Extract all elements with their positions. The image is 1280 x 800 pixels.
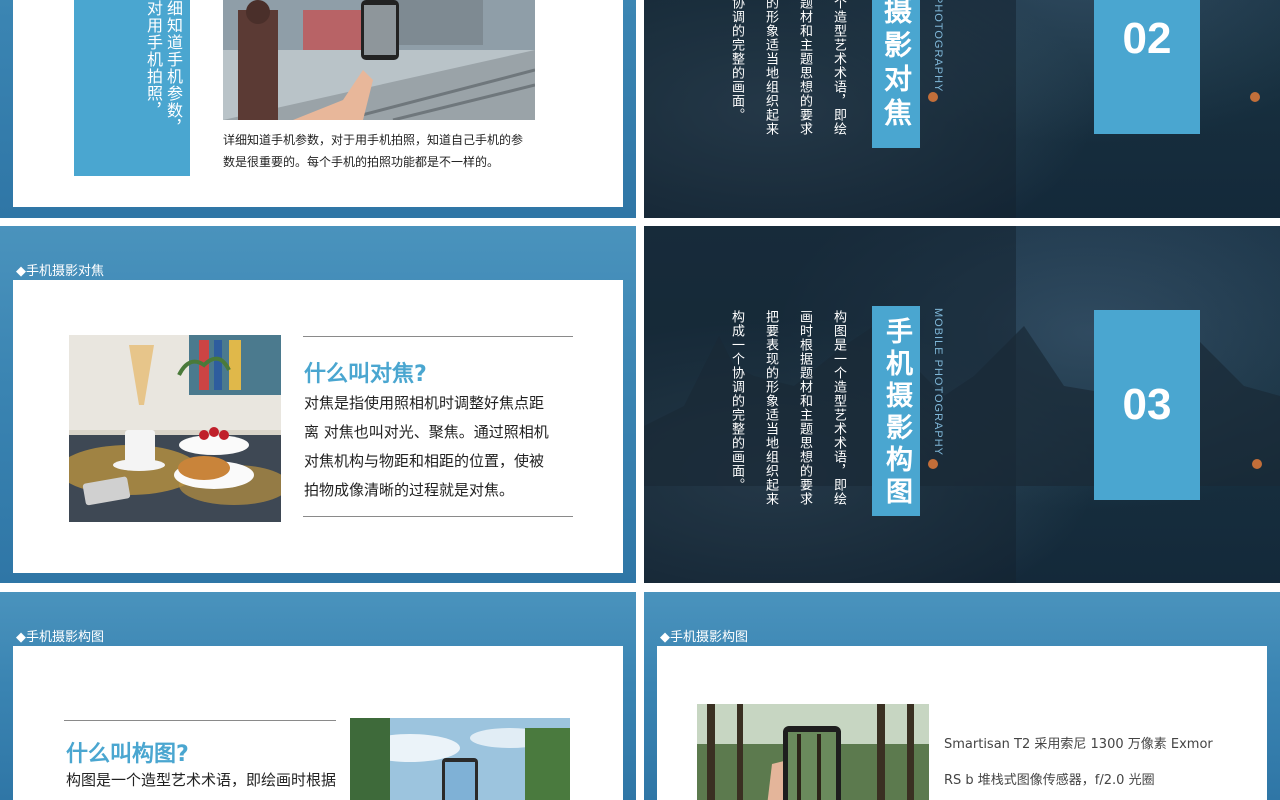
photo-phone-sky (350, 718, 570, 800)
content-heading: 什么叫构图? (66, 742, 189, 767)
slide-section-tag: ◆手机摄影构图 (660, 630, 748, 645)
paragraph-line-3: 对焦机构与物距和相距的位置，使被 (304, 452, 545, 470)
paragraph-line-1: 构图是一个造型艺术术语，即绘画时根据 (66, 771, 337, 789)
divider-top (64, 720, 336, 721)
slide-thumbnail-5[interactable]: ◆手机摄影构图 什么叫构图? 构图是一个造型艺术术语，即绘画时根据 (0, 592, 636, 800)
slide-thumbnail-1[interactable]: 细知道手机参数，对用手机拍照， 详细知道手机参数，对于用手机拍照，知道自己手机的… (0, 0, 636, 218)
spec-line-2: RS b 堆栈式图像传感器，f/2.0 光圈 (944, 773, 1155, 788)
slide-thumbnail-4[interactable]: 构图是一个造型艺术术语，即绘 画时根据题材和主题思想的要求 把要表现的形象适当地… (644, 226, 1280, 583)
slide-thumbnail-3[interactable]: ◆手机摄影对焦 什么叫对焦? 对焦是指使用照相机时调整好焦点距 离 对焦也叫对光… (0, 226, 636, 583)
number-block: 02 (1094, 0, 1200, 134)
body-vertical-col-4: 协调的完整的画面。 (729, 0, 744, 122)
section-number: 03 (1122, 380, 1172, 429)
english-subtitle: PHOTOGRAPHY (932, 0, 944, 93)
content-heading: 什么叫对焦? (304, 362, 427, 387)
number-block: 03 (1094, 310, 1200, 500)
body-vertical-col-3: 把要表现的形象适当地组织起来 (763, 310, 778, 506)
slide-thumbnail-6[interactable]: ◆手机摄影构图 Smartisan T2 采用索尼 1300 万像素 Exmor… (644, 592, 1280, 800)
body-vertical-col-1: 构图是一个造型艺术术语，即绘 (831, 310, 846, 506)
slide-content-card: 什么叫构图? 构图是一个造型艺术术语，即绘画时根据 (13, 646, 623, 800)
section-number: 02 (1122, 14, 1172, 63)
body-vertical-col-1: 个造型艺术术语，即绘 (831, 0, 846, 136)
bokeh-light (1252, 459, 1262, 469)
divider-top (303, 336, 573, 337)
photo-phone-forest (697, 704, 929, 800)
divider-bottom (303, 516, 573, 517)
slide-content-card: Smartisan T2 采用索尼 1300 万像素 Exmor RS b 堆栈… (657, 646, 1267, 800)
spec-line-1: Smartisan T2 采用索尼 1300 万像素 Exmor (944, 737, 1213, 752)
panel-vertical-text: 细知道手机参数，对用手机拍照， (144, 0, 183, 136)
slide-title-vertical: 手机摄影构图 (872, 306, 920, 516)
body-vertical-col-2: 题材和主题思想的要求 (797, 0, 812, 136)
photo-breakfast-table (69, 335, 281, 522)
caption-line-2: 数是很重要的。每个手机的拍照功能都是不一样的。 (223, 155, 500, 169)
body-vertical-col-2: 画时根据题材和主题思想的要求 (797, 310, 812, 506)
photo-street-phone (223, 0, 535, 120)
english-subtitle: MOBILE PHOTOGRAPHY (932, 308, 944, 456)
bokeh-light (928, 459, 938, 469)
caption-line-1: 详细知道手机参数，对于用手机拍照，知道自己手机的参 (223, 133, 524, 147)
slide-title-vertical: 摄影对焦 (872, 0, 920, 148)
slide-content-card: 什么叫对焦? 对焦是指使用照相机时调整好焦点距 离 对焦也叫对光、聚焦。通过照相… (13, 280, 623, 573)
bokeh-light (928, 92, 938, 102)
slide-section-tag: ◆手机摄影对焦 (16, 264, 104, 279)
body-vertical-col-3: 的形象适当地组织起来 (763, 0, 778, 136)
paragraph-line-2: 离 对焦也叫对光、聚焦。通过照相机 (304, 423, 549, 441)
paragraph-line-1: 对焦是指使用照相机时调整好焦点距 (304, 394, 545, 412)
slide-section-tag: ◆手机摄影构图 (16, 630, 104, 645)
slide-content-card: 细知道手机参数，对用手机拍照， 详细知道手机参数，对于用手机拍照，知道自己手机的… (13, 0, 623, 207)
slide-thumbnail-2[interactable]: 个造型艺术术语，即绘 题材和主题思想的要求 的形象适当地组织起来 协调的完整的画… (644, 0, 1280, 218)
bokeh-light (1250, 92, 1260, 102)
body-vertical-col-4: 构成一个协调的完整的画面。 (729, 310, 744, 492)
paragraph-line-4: 拍物成像清晰的过程就是对焦。 (304, 481, 515, 499)
